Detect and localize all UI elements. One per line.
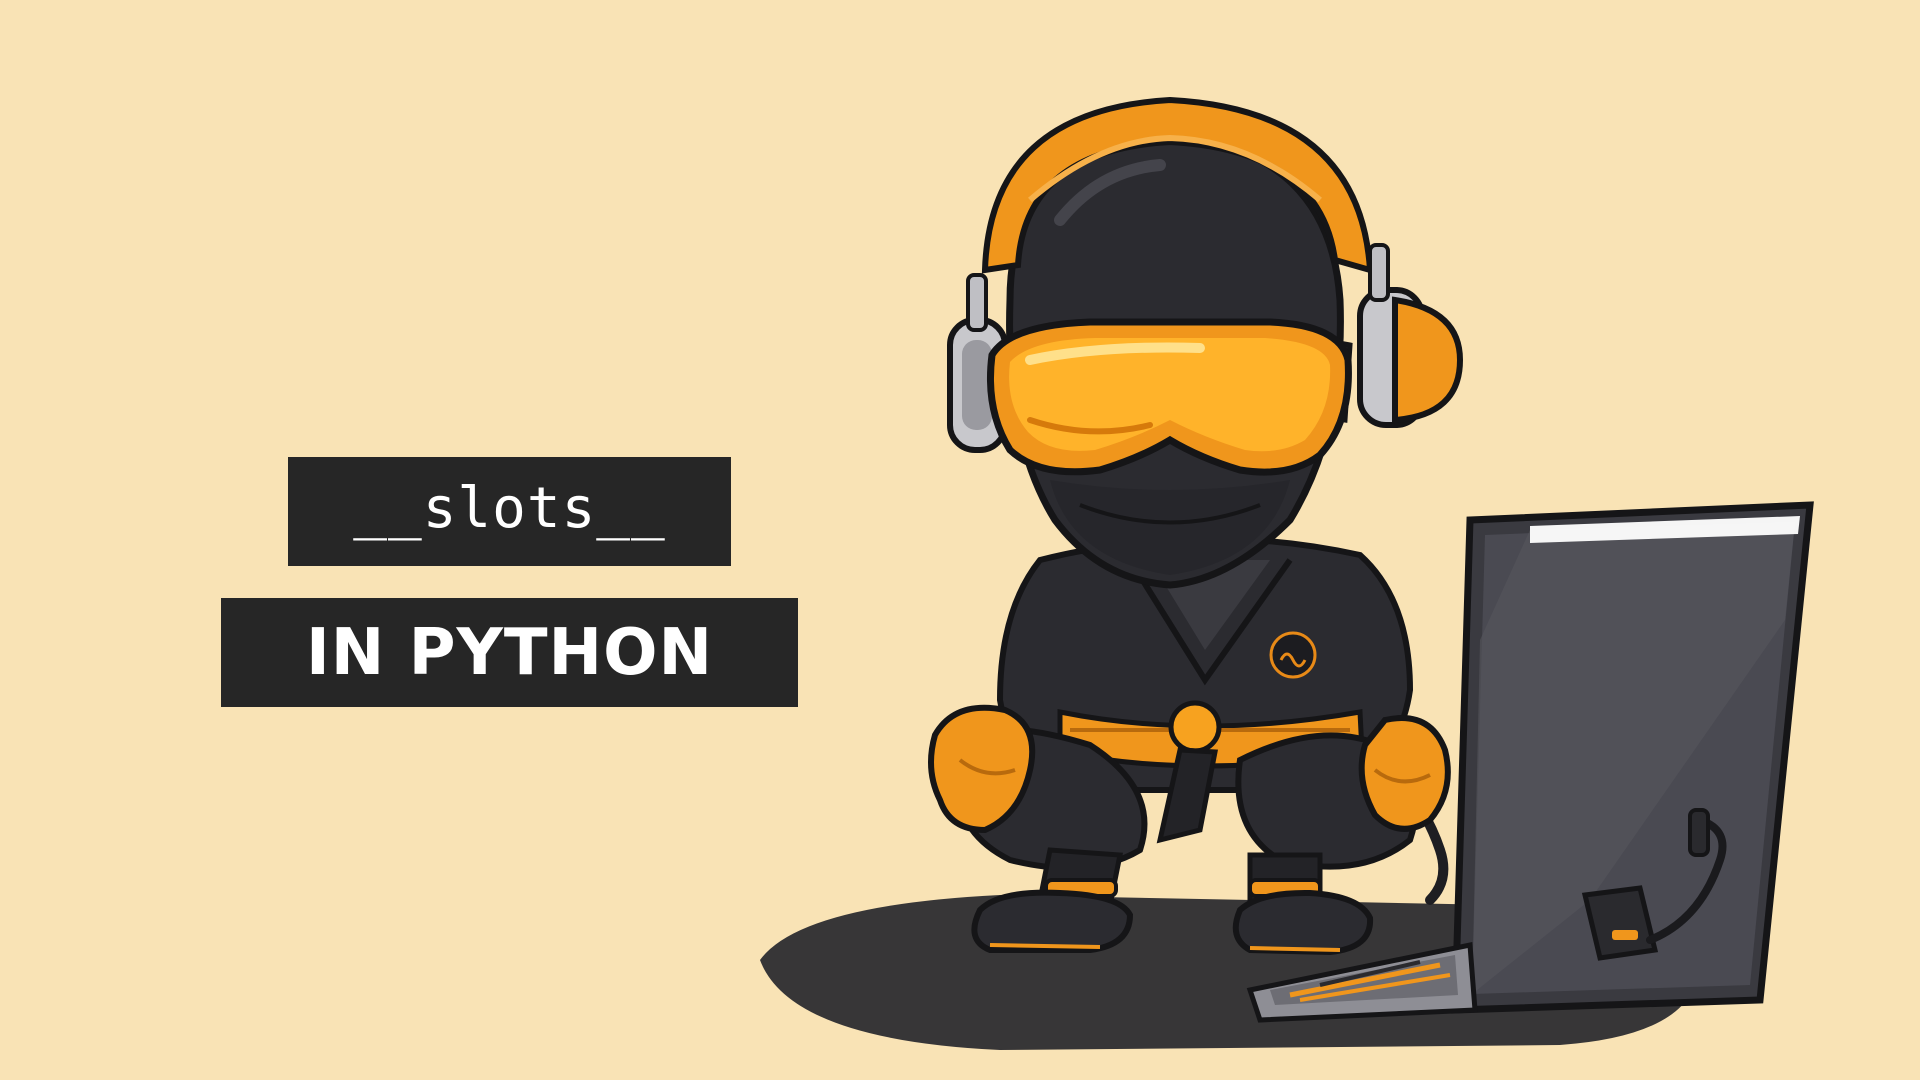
- slots-title-text: __slots__: [353, 476, 666, 541]
- ninja-with-headphones-and-laptop-icon: [760, 96, 1814, 1050]
- python-title-text: IN PYTHON: [305, 615, 714, 690]
- banner-canvas: __slots__ IN PYTHON: [0, 0, 1920, 1080]
- slots-label-box: __slots__: [288, 457, 731, 566]
- python-label-box: IN PYTHON: [221, 598, 798, 707]
